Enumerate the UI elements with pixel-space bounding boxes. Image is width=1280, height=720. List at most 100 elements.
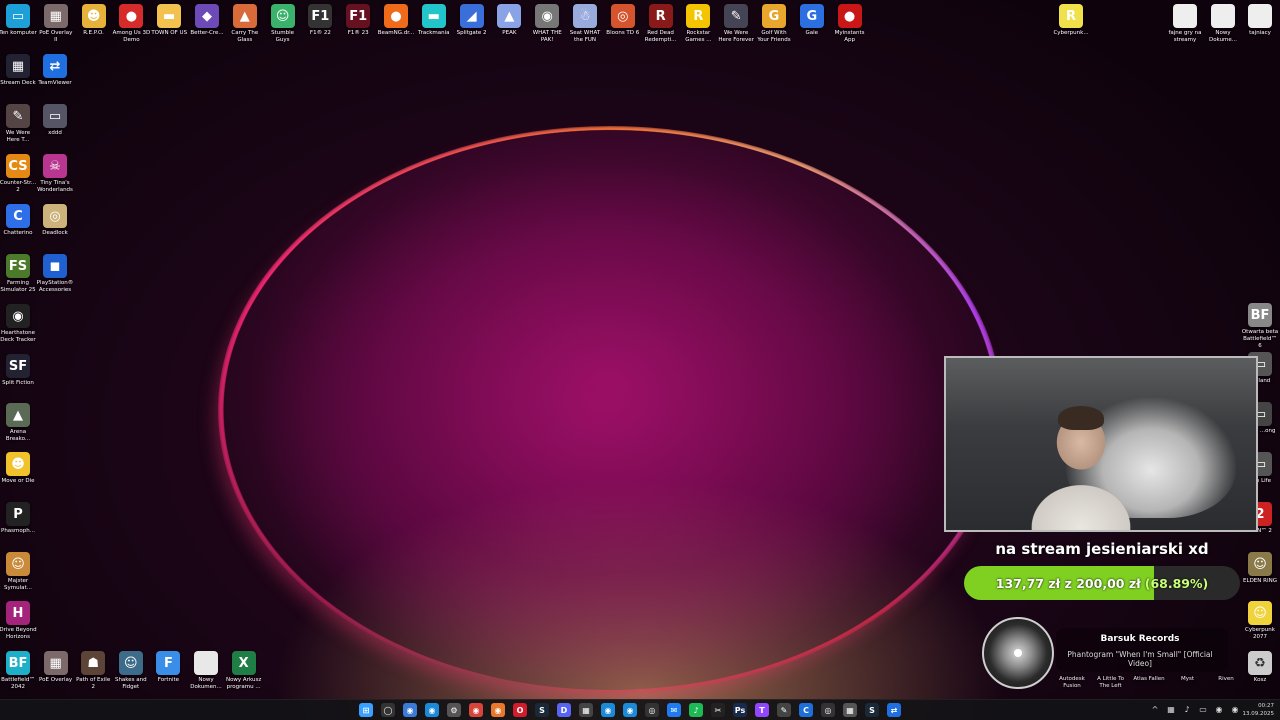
desktop-shortcut[interactable]: ◆ Better-Cre...	[188, 4, 226, 37]
desktop-shortcut[interactable]: ● Among Us 3D Demo	[112, 4, 150, 44]
desktop-shortcut[interactable]: ⇄ TeamViewer	[36, 54, 74, 87]
desktop-shortcut[interactable]: ✎ We Were Here T...	[0, 104, 37, 144]
donation-goal-bar: 137,77 zł z 200,00 zł (68.89%)	[964, 566, 1240, 600]
desktop-shortcut[interactable]: FS Farming Simulator 25	[0, 254, 37, 294]
desktop-shortcut[interactable]: ☃ Seat WHAT the FUN	[566, 4, 604, 44]
desktop-shortcut[interactable]: ☺ Shakes and Fidget	[112, 651, 150, 691]
desktop-shortcut[interactable]: F Fortnite	[149, 651, 187, 684]
desktop-shortcut[interactable]: fajne gry na streamy	[1166, 4, 1204, 44]
spotify-icon[interactable]: ♪	[689, 703, 703, 717]
desktop-shortcut[interactable]: ◼ PlayStation® Accessories	[36, 254, 74, 294]
desktop-shortcut[interactable]: R Cyberpunk...	[1052, 4, 1090, 37]
desktop-shortcut[interactable]: F1 F1® 22	[301, 4, 339, 37]
desktop-shortcut-label: Shakes and Fidget	[114, 677, 147, 690]
start-icon[interactable]: ⊞	[359, 703, 373, 717]
desktop-shortcut[interactable]: F1 F1® 23	[339, 4, 377, 37]
library-item-label[interactable]: Atlas Fallen	[1131, 676, 1167, 690]
capcut-icon[interactable]: ✂	[711, 703, 725, 717]
obs-2-icon[interactable]: ◎	[821, 703, 835, 717]
desktop-shortcut[interactable]: ● BeamNG.dr...	[377, 4, 415, 37]
desktop-shortcut[interactable]: CS Counter-Str... 2	[0, 154, 37, 194]
network-icon[interactable]: ▦	[1166, 705, 1176, 715]
desktop-shortcut-label: Cyberpunk 2077	[1245, 627, 1275, 640]
desktop-shortcut[interactable]: ◉ Hearthstone Deck Tracker	[0, 304, 37, 344]
desktop-shortcut[interactable]: X Nowy Arkusz programu ...	[225, 651, 263, 691]
taskbar-grid-icon[interactable]: ▦	[843, 703, 857, 717]
edge-icon[interactable]: ◉	[425, 703, 439, 717]
desktop-shortcut[interactable]: ▦ PoE Overlay	[37, 651, 75, 684]
settings-icon[interactable]: ⚙	[447, 703, 461, 717]
desktop-shortcut[interactable]: ◉ WHAT THE PAK!	[528, 4, 566, 44]
messenger-icon[interactable]: ✉	[667, 703, 681, 717]
desktop-shortcut[interactable]: ♻ Kosz	[1241, 651, 1279, 684]
c-app-icon[interactable]: C	[799, 703, 813, 717]
desktop-shortcut[interactable]: ☻ Move or Die	[0, 452, 37, 485]
desktop-shortcut[interactable]: ▬ TOWN OF US	[150, 4, 188, 37]
desktop-shortcut[interactable]: ☺ Cyberpunk 2077	[1241, 601, 1279, 641]
library-item-label[interactable]: Myst	[1170, 676, 1206, 690]
chrome-2-icon[interactable]: ◉	[469, 703, 483, 717]
discord-icon[interactable]: D	[557, 703, 571, 717]
desktop-shortcut[interactable]: ☠ Tiny Tina's Wonderlands	[36, 154, 74, 194]
desktop-shortcut[interactable]: R Rockstar Games ...	[679, 4, 717, 44]
desktop-shortcut[interactable]: Nowy Dokume...	[1204, 4, 1242, 44]
desktop-shortcut[interactable]: ☺ ELDEN RING	[1241, 552, 1279, 585]
obs-icon[interactable]: ◎	[645, 703, 659, 717]
taskbar-clock[interactable]: 00:27 13.09.2025	[1240, 702, 1275, 718]
desktop-shortcut[interactable]: ☺ Majster Symulat...	[0, 552, 37, 592]
edge-3-icon[interactable]: ◉	[623, 703, 637, 717]
desktop-shortcut[interactable]: Nowy Dokumen...	[187, 651, 225, 691]
library-item-label[interactable]: A Little To The Left	[1093, 676, 1129, 690]
desktop-shortcut[interactable]: ☗ Path of Exile 2	[74, 651, 112, 691]
desktop-shortcut[interactable]: BF Battlefield™ 2042	[0, 651, 37, 691]
pen-icon[interactable]: ✎	[777, 703, 791, 717]
notification-icon[interactable]: ▭	[1198, 705, 1208, 715]
search-icon[interactable]: ◯	[381, 703, 395, 717]
steam-2-icon[interactable]: S	[865, 703, 879, 717]
teamviewer-taskbar-icon[interactable]: ⇄	[887, 703, 901, 717]
desktop-shortcut-label: We Were Here Forever	[718, 30, 754, 43]
desktop-shortcut-label: Seat WHAT the FUN	[569, 30, 601, 43]
desktop-shortcut[interactable]: ▭ xddd	[36, 104, 74, 137]
volume-icon[interactable]: ♪	[1182, 705, 1192, 715]
desktop-shortcut[interactable]: P Phasmoph...	[0, 502, 37, 535]
desktop-shortcut[interactable]: C Chatterino	[0, 204, 37, 237]
desktop-shortcut[interactable]: R Red Dead Redempti...	[642, 4, 680, 44]
desktop-shortcut[interactable]: ▦ PoE Overlay II	[37, 4, 75, 44]
desktop-shortcut[interactable]: G Gale	[793, 4, 831, 37]
tray-app-2-icon[interactable]: ◉	[1230, 705, 1240, 715]
desktop-shortcut-label: fajne gry na streamy	[1168, 30, 1202, 43]
desktop-shortcut[interactable]: ◎ Deadlock	[36, 204, 74, 237]
desktop-shortcut-label: Cyberpunk...	[1053, 30, 1089, 36]
desktop-shortcut[interactable]: ▲ Arena Breako...	[0, 403, 37, 443]
desktop-shortcut[interactable]: tajniacy	[1241, 4, 1279, 37]
f1-23-icon: F1	[346, 4, 371, 28]
desktop-shortcut[interactable]: ◎ Bloons TD 6	[604, 4, 642, 37]
twitch-icon[interactable]: T	[755, 703, 769, 717]
desktop-shortcut[interactable]: ▲ PEAK	[490, 4, 528, 37]
library-item-label[interactable]: Riven	[1208, 676, 1244, 690]
taskbar-app-icon[interactable]: ▦	[579, 703, 593, 717]
chrome-icon[interactable]: ◉	[403, 703, 417, 717]
tray-app-icon[interactable]: ◉	[1214, 705, 1224, 715]
photoshop-icon[interactable]: Ps	[733, 703, 747, 717]
desktop-shortcut[interactable]: SF Split Fiction	[0, 354, 37, 387]
desktop-shortcut[interactable]: ▭ Ten komputer	[0, 4, 37, 37]
tray-chevron-icon[interactable]: ^	[1150, 705, 1160, 715]
desktop-shortcut[interactable]: ☺ Stumble Guys	[264, 4, 302, 44]
desktop-shortcut[interactable]: ◢ Splitgate 2	[453, 4, 491, 37]
firefox-icon[interactable]: ◉	[491, 703, 505, 717]
library-item-label[interactable]: Autodesk Fusion	[1054, 676, 1090, 690]
desktop-shortcut[interactable]: ▬ Trackmania	[415, 4, 453, 37]
edge-2-icon[interactable]: ◉	[601, 703, 615, 717]
opera-icon[interactable]: O	[513, 703, 527, 717]
desktop-shortcut[interactable]: H Drive Beyond Horizons	[0, 601, 37, 641]
desktop-shortcut[interactable]: ▦ Stream Deck	[0, 54, 37, 87]
steam-icon[interactable]: S	[535, 703, 549, 717]
desktop-shortcut[interactable]: BF Otwarta beta Battlefield™ 6	[1241, 303, 1279, 350]
desktop-shortcut[interactable]: ☻ R.E.P.O.	[75, 4, 113, 37]
desktop-shortcut[interactable]: G Golf With Your Friends	[755, 4, 793, 44]
desktop-shortcut[interactable]: ✎ We Were Here Forever	[717, 4, 755, 44]
desktop-shortcut[interactable]: ▲ Carry The Glass	[226, 4, 264, 44]
desktop-shortcut[interactable]: ● Myinstants App	[831, 4, 869, 44]
